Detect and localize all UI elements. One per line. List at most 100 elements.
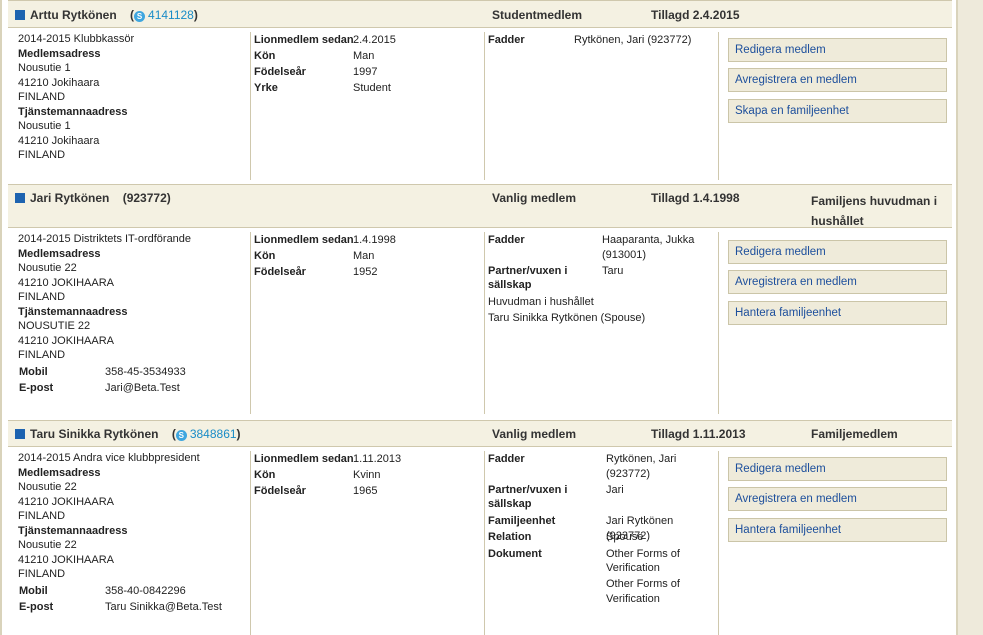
address-column: 2014-2015 Klubbkassör Medlemsadress Nous…	[18, 32, 248, 163]
address-line: 41210 JOKIHAARA	[18, 495, 114, 508]
edit-member-button[interactable]: Redigera medlem	[728, 457, 947, 481]
contact-key: Mobil	[19, 365, 48, 378]
relation-key: Relation	[488, 531, 532, 543]
detail-value: 1.11.2013	[353, 453, 402, 465]
detail-value: 1965	[353, 485, 378, 497]
detail-value: Kvinn	[353, 469, 381, 481]
member-name: Arttu Rytkönen	[30, 8, 117, 22]
email-value: Taru Sinikka@Beta.Test	[105, 600, 222, 613]
skype-icon[interactable]: S	[134, 11, 146, 22]
relation-value: Spouse	[606, 531, 644, 543]
address-line: Nousutie 22	[18, 262, 77, 274]
member-name-line: Jari Rytkönen (923772)	[30, 191, 171, 205]
member-role: Familjens huvudman i hushållet	[811, 194, 938, 228]
contact-key: E-post	[19, 600, 54, 613]
sponsor-column: Fadder Rytkönen, Jari (923772) Partner/v…	[488, 451, 718, 635]
create-family-unit-button[interactable]: Skapa en familjeenhet	[728, 99, 947, 123]
partner-key: Partner/vuxen i	[488, 265, 568, 277]
member-position: 2014-2015 Klubbkassör	[18, 33, 135, 45]
skype-icon[interactable]: S	[175, 430, 187, 441]
partner-key-cont: sällskap	[488, 498, 532, 510]
sponsor-key: Fadder	[488, 34, 525, 46]
detail-key: Kön	[254, 250, 276, 262]
official-address-label: Tjänstemannaadress	[18, 105, 128, 118]
member-address-label: Medlemsadress	[18, 247, 101, 260]
detail-value: Man	[353, 250, 375, 262]
address-line: Nousutie 22	[18, 539, 77, 551]
sponsor-value: Rytkönen, Jari	[606, 453, 677, 465]
detail-key: Kön	[254, 469, 276, 481]
detail-key: Födelseår	[254, 485, 306, 497]
member-card-jari: Jari Rytkönen (923772) Vanlig medlem Til…	[8, 184, 952, 422]
partner-value: Taru	[602, 265, 624, 277]
manage-family-unit-button[interactable]: Hantera familjeenhet	[728, 301, 947, 325]
member-type: Studentmedlem	[492, 8, 583, 22]
member-header: Arttu Rytkönen (S 4141128) Studentmedlem …	[8, 0, 952, 28]
sponsor-key: Fadder	[488, 453, 525, 465]
document-line: Other Forms of	[606, 578, 680, 590]
detail-value: 1997	[353, 66, 378, 78]
member-name-line: Taru Sinikka Rytkönen (S 3848861)	[30, 427, 241, 441]
detail-key: Lionmedlem sedan	[254, 34, 354, 46]
sponsor-key: Fadder	[488, 234, 525, 246]
household-head-text: Huvudman i hushållet	[488, 296, 594, 308]
details-column: Lionmedlem sedan 1.11.2013 Kön Kvinn Födel…	[254, 451, 484, 511]
email-value: Jari@Beta.Test	[105, 381, 180, 394]
partner-key: Partner/vuxen i	[488, 484, 568, 496]
address-line: 41210 Jokihaara	[18, 76, 100, 89]
address-line: FINLAND	[18, 291, 66, 303]
address-line: FINLAND	[18, 149, 66, 161]
detail-key: Yrke	[254, 82, 278, 94]
address-line: FINLAND	[18, 349, 66, 361]
contact-key: E-post	[19, 381, 54, 394]
document-line: Verification	[606, 562, 660, 574]
member-position: 2014-2015 Andra vice klubbpresident	[18, 452, 200, 464]
member-name: Jari Rytkönen	[30, 191, 110, 205]
member-address-label: Medlemsadress	[18, 466, 101, 479]
address-column: 2014-2015 Distriktets IT-ordförande Medl…	[18, 232, 248, 397]
address-line: Nousutie 1	[18, 120, 71, 132]
address-line: 41210 JOKIHAARA	[18, 553, 114, 566]
detail-key: Födelseår	[254, 66, 306, 78]
deregister-member-button[interactable]: Avregistrera en medlem	[728, 68, 947, 92]
address-line: FINLAND	[18, 510, 66, 522]
member-id-link[interactable]: 4141128	[148, 8, 194, 22]
member-added: Tillagd 1.11.2013	[651, 427, 746, 441]
member-added: Tillagd 1.4.1998	[651, 191, 740, 205]
official-address-label: Tjänstemannaadress	[18, 524, 128, 537]
detail-value: 1.4.1998	[353, 234, 396, 246]
mobile-value: 358-40-0842296	[105, 584, 186, 597]
detail-value: Student	[353, 82, 391, 94]
manage-family-unit-button[interactable]: Hantera familjeenhet	[728, 518, 947, 542]
detail-key: Kön	[254, 50, 276, 62]
detail-key: Födelseår	[254, 266, 306, 278]
sponsor-id: (923772)	[606, 468, 651, 480]
member-position: 2014-2015 Distriktets IT-ordförande	[18, 233, 192, 245]
blue-square-icon	[15, 193, 25, 203]
member-id: (923772)	[122, 191, 171, 205]
sponsor-id: (913001)	[602, 249, 647, 261]
edit-member-button[interactable]: Redigera medlem	[728, 240, 947, 264]
member-name: Taru Sinikka Rytkönen	[30, 427, 159, 441]
detail-key: Lionmedlem sedan	[254, 234, 354, 246]
member-list-page: Arttu Rytkönen (S 4141128) Studentmedlem …	[0, 0, 958, 635]
edit-member-button[interactable]: Redigera medlem	[728, 38, 947, 62]
member-header: Taru Sinikka Rytkönen (S 3848861) Vanlig …	[8, 420, 952, 447]
member-id-link[interactable]: 3848861	[190, 427, 237, 441]
member-header: Jari Rytkönen (923772) Vanlig medlem Til…	[8, 184, 952, 228]
address-line: 41210 JOKIHAARA	[18, 276, 114, 289]
family-unit-key: Familjeenhet	[488, 515, 556, 527]
sponsor-column: Fadder Haaparanta, Jukka (913001) Partne…	[488, 232, 718, 332]
address-line: 41210 Jokihaara	[18, 134, 100, 147]
address-line: Nousutie 22	[18, 481, 77, 493]
deregister-member-button[interactable]: Avregistrera en medlem	[728, 487, 947, 511]
contact-key: Mobil	[19, 584, 48, 597]
member-card-arttu: Arttu Rytkönen (S 4141128) Studentmedlem …	[8, 0, 952, 186]
member-role: Familjemedlem	[811, 427, 898, 441]
address-column: 2014-2015 Andra vice klubbpresident Medl…	[18, 451, 248, 616]
deregister-member-button[interactable]: Avregistrera en medlem	[728, 270, 947, 294]
document-line: Other Forms of	[606, 548, 680, 560]
member-added: Tillagd 2.4.2015	[651, 8, 740, 22]
address-line: FINLAND	[18, 91, 66, 103]
address-line: Nousutie 1	[18, 62, 71, 74]
